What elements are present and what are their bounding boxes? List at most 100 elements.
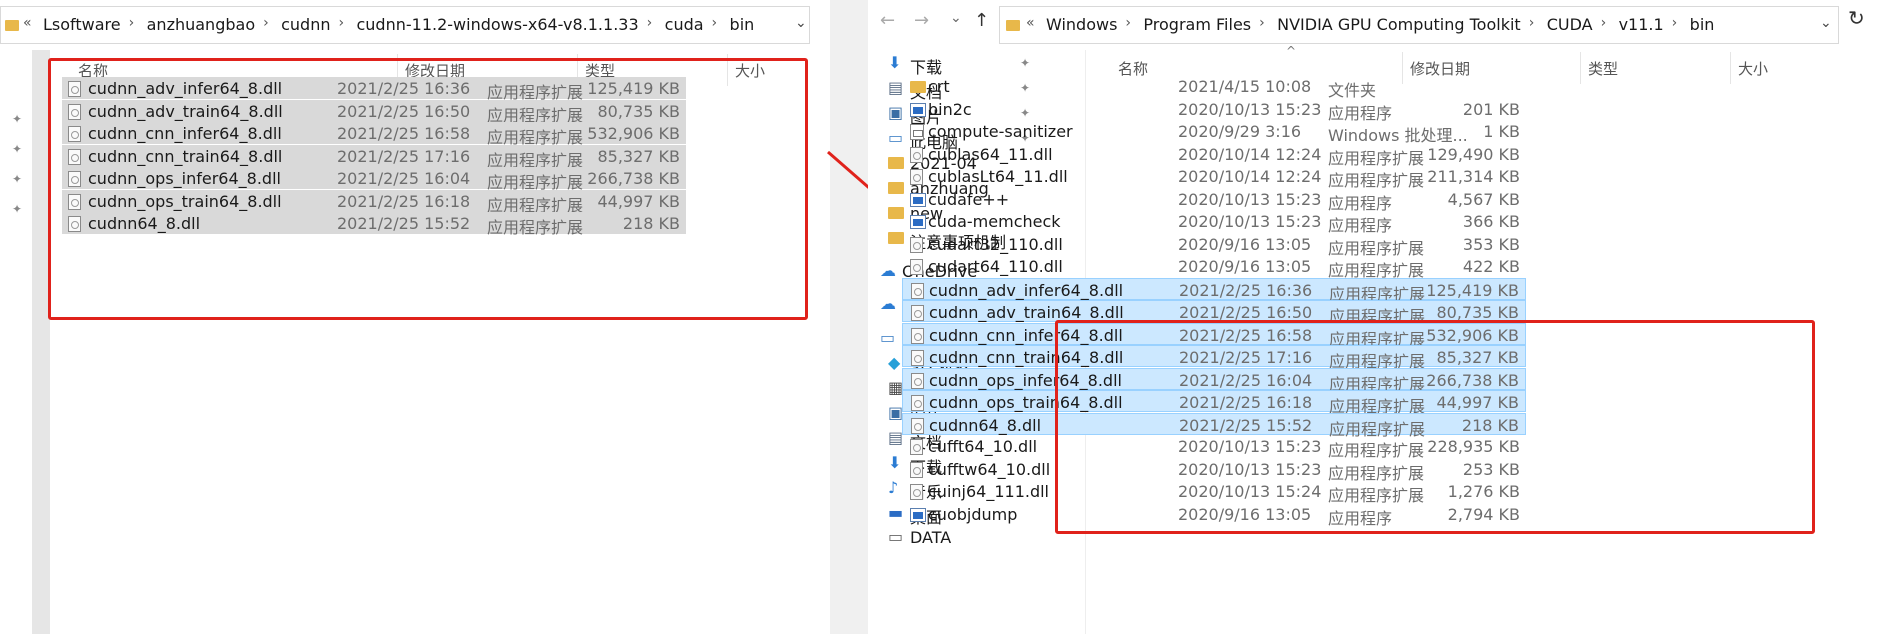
application-icon — [910, 507, 926, 522]
back-icon[interactable]: ← — [880, 10, 895, 31]
file-size: 1 KB — [1483, 122, 1520, 141]
file-size: 422 KB — [1462, 257, 1520, 276]
breadcrumb-overflow[interactable]: « — [23, 15, 32, 31]
cloud-icon: ☁ — [880, 294, 896, 313]
file-size: 201 KB — [1462, 99, 1520, 119]
pin-icon[interactable]: ✦ — [1020, 56, 1030, 70]
column-divider[interactable] — [1730, 52, 1731, 84]
dll-file-icon — [910, 146, 923, 163]
dll-file-icon — [911, 282, 924, 299]
chevron-right-icon[interactable]: › — [1259, 15, 1265, 31]
refresh-icon[interactable]: ↻ — [1848, 6, 1865, 30]
dll-file-icon — [911, 395, 924, 411]
chevron-down-icon[interactable]: ⌄ — [1820, 15, 1832, 31]
pin-icon[interactable]: ✦ — [12, 172, 22, 186]
column-divider[interactable] — [1580, 52, 1581, 84]
chevron-right-icon[interactable]: › — [647, 15, 653, 31]
chevron-down-icon[interactable]: ⌄ — [795, 15, 807, 31]
folder-icon — [5, 20, 19, 31]
address-bar[interactable]: « Lsoftware › anzhuangbao › cudnn › cudnn-11.2… — [0, 6, 810, 44]
breadcrumb-item[interactable]: Lsoftware — [43, 15, 121, 34]
chevron-right-icon[interactable]: › — [712, 15, 718, 31]
pin-icon[interactable]: ✦ — [12, 142, 22, 156]
file-row[interactable]: compute-sanitizer 2020/9/29 3:16 Windows 批… — [902, 120, 1526, 145]
folder-icon — [910, 81, 926, 93]
nav-item[interactable]: ▭ DATA — [888, 524, 1078, 552]
batch-file-icon — [910, 124, 924, 140]
left-explorer-window: « Lsoftware › anzhuangbao › cudnn › cudnn-11.2… — [0, 0, 830, 634]
file-size: 129,490 KB — [1427, 144, 1520, 164]
file-date: 2020/10/13 15:23 — [1178, 212, 1322, 231]
file-date: 2020/10/14 12:24 — [1178, 167, 1322, 186]
nav-item-label: DATA — [910, 528, 952, 547]
file-size: 366 KB — [1462, 212, 1520, 231]
annotation-box — [1055, 320, 1815, 534]
breadcrumb-item[interactable]: cudnn-11.2-windows-x64-v8.1.1.33 — [356, 15, 638, 34]
file-name: cudart32_110.dll — [928, 234, 1063, 254]
breadcrumb-overflow[interactable]: « — [1026, 15, 1035, 31]
file-name: cudnn64_8.dll — [929, 415, 1042, 435]
file-date: 2020/10/14 12:24 — [1178, 144, 1322, 164]
dll-file-icon — [910, 236, 923, 253]
dll-file-icon — [910, 169, 923, 185]
dll-file-icon — [910, 259, 923, 275]
chevron-right-icon[interactable]: › — [1601, 15, 1607, 31]
chevron-right-icon[interactable]: › — [338, 15, 344, 31]
dll-file-icon — [910, 461, 923, 478]
file-name: cudart64_110.dll — [928, 257, 1063, 276]
breadcrumb-item[interactable]: v11.1 — [1619, 15, 1664, 34]
file-row[interactable]: cudnn_adv_infer64_8.dll 2021/2/25 16:36 应用… — [902, 277, 1526, 304]
file-row[interactable]: cuda-memcheck 2020/10/13 15:23 应用程序 366 KB — [902, 210, 1526, 235]
breadcrumb-item[interactable]: cuda — [665, 15, 704, 34]
chevron-right-icon[interactable]: › — [1672, 15, 1678, 31]
column-header-type[interactable]: 类型 — [1588, 58, 1618, 79]
breadcrumb-item[interactable]: Program Files — [1143, 15, 1251, 34]
file-name: cublasLt64_11.dll — [928, 167, 1068, 186]
nav-item[interactable]: ⬇ 下载 ✦ — [888, 50, 1078, 78]
file-row[interactable]: cudnn_adv_train64_8.dll 2021/2/25 16:50 应用… — [902, 300, 1526, 326]
file-name: cublas64_11.dll — [928, 144, 1053, 164]
up-icon[interactable]: ↑ — [974, 10, 989, 31]
chevron-right-icon[interactable]: › — [1125, 15, 1131, 31]
file-date: 2020/10/13 15:23 — [1178, 189, 1322, 209]
chevron-right-icon[interactable]: › — [129, 15, 135, 31]
application-icon — [910, 102, 926, 117]
chevron-right-icon[interactable]: › — [1529, 15, 1535, 31]
breadcrumb-item[interactable]: Windows — [1046, 15, 1117, 34]
file-row[interactable]: bin2c 2020/10/13 15:23 应用程序 201 KB — [902, 98, 1526, 123]
breadcrumb-item[interactable]: cudnn — [281, 15, 330, 34]
file-date: 2020/10/13 15:23 — [1178, 99, 1322, 119]
file-size: 211,314 KB — [1427, 167, 1520, 186]
breadcrumb-item[interactable]: NVIDIA GPU Computing Toolkit — [1277, 15, 1521, 34]
recent-chevron-icon[interactable]: ⌄ — [950, 10, 962, 26]
computer-icon: ▭ — [880, 328, 896, 347]
pin-icon[interactable]: ✦ — [12, 202, 22, 216]
file-size: 353 KB — [1462, 234, 1520, 254]
address-bar[interactable]: « Windows › Program Files › NVIDIA GPU Compu… — [999, 6, 1839, 44]
file-row[interactable]: cudart64_110.dll 2020/9/16 13:05 应用程序扩展 422… — [902, 255, 1526, 280]
file-row[interactable]: cublasLt64_11.dll 2020/10/14 12:24 应用程序扩展 2… — [902, 165, 1526, 190]
file-row[interactable]: cublas64_11.dll 2020/10/14 12:24 应用程序扩展 129… — [902, 143, 1526, 168]
forward-icon[interactable]: → — [914, 10, 929, 31]
file-row[interactable]: cudafe++ 2020/10/13 15:23 应用程序 4,567 KB — [902, 188, 1526, 213]
dll-file-icon — [910, 484, 923, 500]
column-header-size[interactable]: 大小 — [1738, 58, 1768, 79]
file-name: cudafe++ — [928, 189, 1010, 209]
file-name: bin2c — [928, 99, 972, 119]
cloud-icon: ☁ — [880, 261, 896, 280]
file-name: cuobjdump — [928, 504, 1018, 524]
breadcrumb-item[interactable]: anzhuangbao — [147, 15, 255, 34]
breadcrumb-item[interactable]: CUDA — [1547, 15, 1593, 34]
breadcrumb-item[interactable]: bin — [730, 15, 755, 34]
dll-file-icon — [911, 350, 924, 366]
pin-icon[interactable]: ✦ — [12, 112, 22, 126]
breadcrumb-item[interactable]: bin — [1690, 15, 1715, 34]
file-date: 2021/4/15 10:08 — [1178, 77, 1312, 96]
dll-file-icon — [910, 439, 923, 455]
chevron-right-icon[interactable]: › — [263, 15, 269, 31]
file-row[interactable]: crt 2021/4/15 10:08 文件夹 — [902, 75, 1526, 100]
dll-file-icon — [911, 417, 924, 434]
file-date: 2021/2/25 16:36 — [1179, 280, 1313, 300]
application-icon — [910, 192, 926, 207]
file-row[interactable]: cudart32_110.dll 2020/9/16 13:05 应用程序扩展 353… — [902, 233, 1526, 258]
